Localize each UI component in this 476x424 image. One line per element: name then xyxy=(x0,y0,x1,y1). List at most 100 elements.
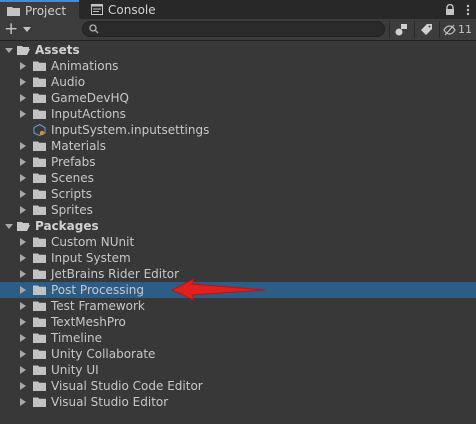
chevron-right-icon[interactable] xyxy=(18,170,28,186)
tree-section-row[interactable]: Packages xyxy=(0,218,476,234)
tree-row[interactable]: InputActions xyxy=(0,106,476,122)
tree-row[interactable]: Scripts xyxy=(0,186,476,202)
folder-icon xyxy=(33,380,46,392)
chevron-right-icon[interactable] xyxy=(18,90,28,106)
tree-item-label: Visual Studio Editor xyxy=(51,395,169,409)
chevron-right-icon[interactable] xyxy=(18,298,28,314)
tree-row[interactable]: Audio xyxy=(0,74,476,90)
folder-icon xyxy=(33,172,46,184)
tab-project-label: Project xyxy=(25,3,67,18)
tree-row[interactable]: Custom NUnit xyxy=(0,234,476,250)
tree-item-label: Materials xyxy=(51,139,107,153)
chevron-down-icon xyxy=(23,27,32,32)
tree-row[interactable]: Prefabs xyxy=(0,154,476,170)
chevron-right-icon[interactable] xyxy=(18,314,28,330)
tree-row[interactable]: Unity Collaborate xyxy=(0,346,476,362)
lock-icon[interactable] xyxy=(444,3,456,16)
folder-icon xyxy=(33,140,46,152)
chevron-right-icon[interactable] xyxy=(18,330,28,346)
tab-console[interactable]: Console xyxy=(84,0,164,19)
add-button[interactable]: + xyxy=(4,21,34,38)
tree-row[interactable]: Visual Studio Code Editor xyxy=(0,378,476,394)
tree-item-label: Visual Studio Code Editor xyxy=(51,379,203,393)
folder-icon xyxy=(33,332,46,344)
folder-icon xyxy=(33,108,46,120)
chevron-right-icon[interactable] xyxy=(18,378,28,394)
annotation-arrow-icon xyxy=(170,278,266,301)
tab-console-label: Console xyxy=(108,2,156,17)
tree-row[interactable]: GameDevHQ xyxy=(0,90,476,106)
folder-icon xyxy=(33,156,46,168)
tree-item-label: Unity UI xyxy=(51,363,99,377)
tree-item-label: Packages xyxy=(35,219,99,233)
folder-icon xyxy=(33,316,46,328)
project-toolbar: + 11 xyxy=(0,19,476,41)
chevron-right-icon[interactable] xyxy=(18,202,28,218)
search-by-type-button[interactable] xyxy=(389,21,412,38)
chevron-right-icon[interactable] xyxy=(18,58,28,74)
hidden-packages-toggle[interactable]: 11 xyxy=(439,21,475,38)
chevron-right-icon[interactable] xyxy=(18,266,28,282)
tree-item-label: Custom NUnit xyxy=(51,235,135,249)
tree-row[interactable]: Unity UI xyxy=(0,362,476,378)
tree-item-label: Post Processing xyxy=(51,283,144,297)
folder-icon xyxy=(33,364,46,376)
tree-item-label: Input System xyxy=(51,251,131,265)
tab-bar: Project Console xyxy=(0,0,476,19)
tree-item-label: InputActions xyxy=(51,107,126,121)
tree-row[interactable]: Visual Studio Editor xyxy=(0,394,476,410)
console-icon xyxy=(91,4,103,15)
tree-item-label: Test Framework xyxy=(51,299,145,313)
input-settings-icon xyxy=(33,124,46,136)
tree-row[interactable]: Materials xyxy=(0,138,476,154)
chevron-down-icon[interactable] xyxy=(4,42,14,58)
tree-row[interactable]: Sprites xyxy=(0,202,476,218)
window-controls xyxy=(444,0,476,19)
chevron-down-icon[interactable] xyxy=(4,218,14,234)
tree-row[interactable]: TextMeshPro xyxy=(0,314,476,330)
folder-open-icon xyxy=(17,44,30,56)
more-options-icon[interactable] xyxy=(466,4,470,16)
chevron-right-icon[interactable] xyxy=(18,138,28,154)
tab-project[interactable]: Project xyxy=(0,0,79,19)
tree-item-label: Scripts xyxy=(51,187,93,201)
add-label: + xyxy=(4,19,19,39)
tree-item-label: Animations xyxy=(51,59,119,73)
eye-slash-icon xyxy=(443,24,456,35)
chevron-right-icon[interactable] xyxy=(18,106,28,122)
chevron-right-icon[interactable] xyxy=(18,362,28,378)
search-input[interactable] xyxy=(82,21,385,37)
chevron-right-icon[interactable] xyxy=(18,282,28,298)
folder-icon xyxy=(33,60,46,72)
folder-icon xyxy=(33,396,46,408)
tree-item-label: Assets xyxy=(35,43,80,57)
tree-item-label: InputSystem.inputsettings xyxy=(51,123,210,137)
tree-item-label: Unity Collaborate xyxy=(51,347,156,361)
folder-icon xyxy=(33,252,46,264)
tree-item-label: Prefabs xyxy=(51,155,96,169)
chevron-right-icon[interactable] xyxy=(18,394,28,410)
tree-section-row[interactable]: Assets xyxy=(0,42,476,58)
chevron-right-icon[interactable] xyxy=(18,74,28,90)
tag-icon xyxy=(420,24,432,35)
tree-item-label: Audio xyxy=(51,75,86,89)
chevron-right-icon[interactable] xyxy=(18,346,28,362)
type-filter-icon xyxy=(395,24,407,36)
hidden-packages-count: 11 xyxy=(458,23,472,36)
tree-row[interactable]: InputSystem.inputsettings xyxy=(0,122,476,138)
chevron-right-icon[interactable] xyxy=(18,234,28,250)
search-icon xyxy=(89,24,99,34)
chevron-right-icon[interactable] xyxy=(18,250,28,266)
tree-row[interactable]: Animations xyxy=(0,58,476,74)
tree-row[interactable]: Input System xyxy=(0,250,476,266)
chevron-right-icon[interactable] xyxy=(18,154,28,170)
folder-icon xyxy=(33,76,46,88)
folder-icon xyxy=(33,268,46,280)
tree-row[interactable]: Timeline xyxy=(0,330,476,346)
tree-row[interactable]: Scenes xyxy=(0,170,476,186)
chevron-right-icon[interactable] xyxy=(18,186,28,202)
tree-item-label: Sprites xyxy=(51,203,93,217)
folder-icon xyxy=(33,348,46,360)
search-by-label-button[interactable] xyxy=(414,21,437,38)
